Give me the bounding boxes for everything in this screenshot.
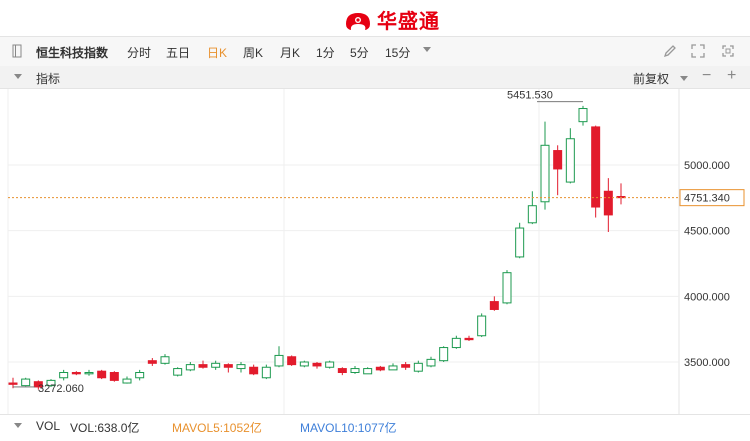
candle-body <box>502 272 512 304</box>
candle-body <box>84 372 94 375</box>
candle-body <box>603 190 613 216</box>
volume-bar: VOL VOL:638.0亿 MAVOL5:1052亿 MAVOL10:1077… <box>0 414 750 437</box>
indicator-bar: 指标 前复权 − + <box>0 66 750 89</box>
candle-body <box>236 364 246 370</box>
index-name: 恒生科技指数 <box>36 46 109 60</box>
high-price-label: 5451.530 <box>507 90 553 102</box>
candle-body <box>274 354 284 367</box>
candle-body <box>21 378 31 387</box>
candle-body <box>464 337 474 341</box>
candles <box>8 105 626 390</box>
candle-body <box>122 378 132 384</box>
zoom-in-button[interactable]: + <box>727 67 736 85</box>
y-grid-lines <box>8 164 679 363</box>
brand-logo: 华盛通 <box>343 5 440 34</box>
adjust-mode-select[interactable]: 前复权 <box>633 70 669 87</box>
candle-body <box>160 356 170 364</box>
candle-body <box>147 360 157 364</box>
pencil-icon[interactable] <box>662 43 678 59</box>
candle-body <box>565 138 575 183</box>
candle-body <box>249 366 259 375</box>
candle-body <box>173 368 183 376</box>
candle-body <box>299 361 309 367</box>
candle-body <box>413 362 423 372</box>
candle-body <box>401 364 411 368</box>
candle-body <box>527 205 537 224</box>
candle-body <box>287 356 297 366</box>
candle-body <box>363 368 373 375</box>
candle-body <box>578 108 588 123</box>
period-tab-monthly-k[interactable]: 月K <box>280 44 300 61</box>
candle-body <box>198 364 208 368</box>
candle-body <box>591 126 601 208</box>
volume-indicator-label[interactable]: VOL <box>36 419 60 433</box>
candle-body <box>553 150 563 170</box>
candle-body <box>261 366 271 379</box>
period-tab-15min[interactable]: 15分 <box>385 44 410 61</box>
period-tab-5min[interactable]: 5分 <box>350 44 369 61</box>
adjust-mode-caret-icon[interactable] <box>680 76 688 81</box>
candle-body <box>109 372 119 381</box>
volume-value: VOL:638.0亿 <box>70 421 140 435</box>
candle-body <box>426 358 436 367</box>
candle-body <box>71 372 81 375</box>
price-tick-label: 4000.000 <box>684 291 730 303</box>
brand-name: 华盛通 <box>377 11 440 33</box>
candle-body <box>211 362 221 368</box>
candle-body <box>388 365 398 371</box>
candle-body <box>185 364 195 371</box>
sidebar-toggle-icon[interactable] <box>12 44 22 58</box>
period-tab-intraday[interactable]: 分时 <box>127 44 151 61</box>
candle-body <box>477 315 487 337</box>
current-price-label: 4751.340 <box>684 193 730 205</box>
candle-body <box>540 144 550 203</box>
indicator-label[interactable]: 指标 <box>36 70 60 87</box>
candle-body <box>350 368 360 374</box>
zoom-out-button[interactable]: − <box>702 67 711 85</box>
period-tab-1min[interactable]: 1分 <box>316 44 335 61</box>
price-tick-label: 4500.000 <box>684 226 730 238</box>
mavol10-value: MAVOL10:1077亿 <box>300 421 397 435</box>
candle-body <box>439 347 449 362</box>
candle-body <box>8 382 18 385</box>
candle-body <box>59 372 69 379</box>
brand-mark-icon <box>346 12 370 30</box>
maximize-icon[interactable] <box>720 43 736 59</box>
candle-body <box>135 372 145 379</box>
price-tick-label: 5000.000 <box>684 160 730 172</box>
candle-body <box>515 227 525 258</box>
low-price-label: 3272.060 <box>38 383 84 395</box>
candle-body <box>451 337 461 349</box>
candle-body <box>489 301 499 310</box>
period-dropdown-caret-icon[interactable] <box>423 47 431 52</box>
mavol5-value: MAVOL5:1052亿 <box>172 421 262 435</box>
chart-toolbar: 恒生科技指数 分时 五日 日K 周K 月K 1分 5分 15分 <box>0 36 750 67</box>
period-tab-weekly-k[interactable]: 周K <box>243 44 263 61</box>
candlestick-chart[interactable]: 5000.000 4500.000 4000.000 3500.000 4751.34… <box>0 89 750 414</box>
candle-body <box>325 361 335 368</box>
indicator-collapse-caret-icon[interactable] <box>14 74 22 79</box>
logo-bar: 华盛通 <box>0 0 750 36</box>
candle-body <box>337 368 347 374</box>
candle-body <box>97 370 107 379</box>
candle-body <box>223 364 233 368</box>
price-tick-label: 3500.000 <box>684 357 730 369</box>
volume-collapse-caret-icon[interactable] <box>14 423 22 428</box>
period-tab-daily-k[interactable]: 日K <box>207 44 227 61</box>
expand-icon[interactable] <box>690 43 706 59</box>
candle-body <box>312 362 322 367</box>
candle-body <box>375 366 385 371</box>
period-tab-5day[interactable]: 五日 <box>166 44 190 61</box>
